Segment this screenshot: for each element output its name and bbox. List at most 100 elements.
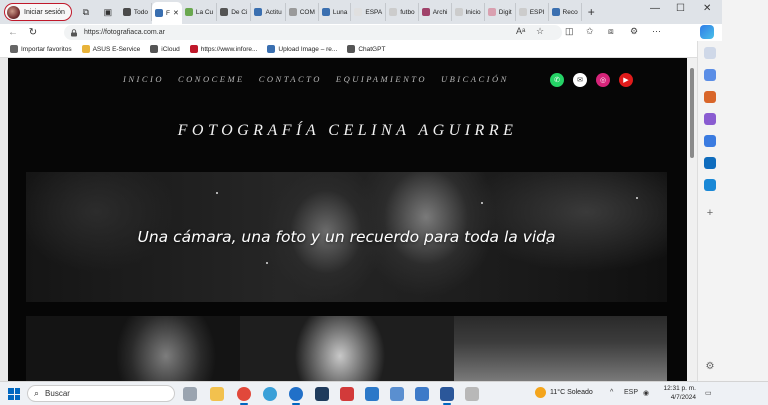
shopping-icon[interactable] (704, 69, 716, 81)
edge-sidebar: + ⚙ (697, 41, 722, 381)
favorites-icon[interactable]: ✩ (586, 26, 594, 37)
browser-tab[interactable]: De Ci (217, 3, 252, 21)
collections-icon[interactable]: ⧈ (608, 26, 614, 37)
browser-tab[interactable]: Todo (120, 3, 152, 21)
edge-icon[interactable] (263, 387, 277, 401)
hero-tagline: Una cámara, una foto y un recuerdo para … (137, 228, 556, 246)
site-nav-link[interactable]: INICIO (123, 74, 164, 84)
favorite-item[interactable]: ASUS E-Service (81, 45, 140, 53)
lock-icon (71, 28, 77, 36)
favorite-star-icon[interactable]: ☆ (536, 26, 544, 37)
email-icon[interactable]: ✉ (573, 73, 587, 87)
search-icon[interactable] (704, 47, 716, 59)
browser-tab[interactable]: Luna (319, 3, 352, 21)
reload-button[interactable]: ↻ (26, 27, 40, 38)
new-tab-button[interactable]: + (588, 5, 595, 19)
browser-tab[interactable]: Reco (549, 3, 582, 21)
tab-label: ESPA (365, 8, 383, 16)
url-input[interactable]: https://fotografiaca.com.ar (64, 25, 562, 40)
language-indicator[interactable]: ESP (624, 389, 638, 396)
close-window-button[interactable]: ✕ (703, 3, 711, 14)
browser-tab[interactable]: Archi (419, 3, 452, 21)
gallery-thumb-portrait[interactable] (240, 316, 454, 381)
browser-tab[interactable]: ESPA (351, 3, 387, 21)
profile-button[interactable]: Iniciar sesión (4, 3, 72, 21)
scrollbar-thumb[interactable] (690, 68, 694, 158)
gallery-thumb-football[interactable] (454, 316, 667, 381)
back-button[interactable]: ← (6, 27, 20, 38)
tab-label: La Cu (195, 8, 214, 16)
hero-sparkle (216, 192, 218, 194)
search-placeholder: Buscar (45, 389, 70, 398)
app-window-icon[interactable] (390, 387, 404, 401)
browser-tab[interactable]: Actitu (251, 3, 286, 21)
maximize-button[interactable]: ☐ (676, 3, 685, 14)
start-button[interactable] (8, 388, 20, 400)
tools-icon[interactable] (704, 91, 716, 103)
site-nav-link[interactable]: EQUIPAMIENTO (336, 74, 427, 84)
copilot-icon[interactable] (700, 25, 714, 39)
tab-actions-icon[interactable]: ▣ (100, 4, 116, 20)
page-scrollbar[interactable] (687, 58, 697, 381)
app-blue-icon[interactable] (365, 387, 379, 401)
browser-tab[interactable]: futbo (386, 3, 419, 21)
tab-strip: Iniciar sesión ⧉ ▣ Todo F ✕ La Cu De Ci Actit… (0, 0, 722, 24)
send-icon[interactable] (704, 179, 716, 191)
web-page: INICIO CONOCEME CONTACTO EQUIPAMIENTO UBICAC… (0, 58, 697, 381)
more-options-icon[interactable]: ⋯ (652, 26, 661, 37)
chevron-up-icon[interactable]: ^ (610, 389, 613, 396)
gallery-thumb-singer[interactable] (26, 316, 240, 381)
tab-favicon (154, 9, 163, 17)
chrome-icon[interactable] (237, 387, 251, 405)
file-explorer-icon[interactable] (210, 387, 224, 401)
browser-tab[interactable]: ESPI (516, 3, 549, 21)
tab-close-icon[interactable]: ✕ (173, 9, 179, 17)
favorite-item[interactable]: iCloud (150, 45, 180, 53)
favorite-icon (150, 45, 159, 53)
browser-tab[interactable]: F ✕ (151, 2, 182, 24)
task-view-icon[interactable] (183, 387, 197, 401)
workspaces-icon[interactable]: ⧉ (78, 4, 94, 20)
whatsapp-icon[interactable]: ✆ (550, 73, 564, 87)
favorite-item[interactable]: ChatGPT (347, 45, 385, 53)
edge-active-icon[interactable] (289, 387, 303, 405)
extensions-icon[interactable]: ⚙ (630, 26, 638, 37)
word-icon[interactable] (440, 387, 454, 405)
tab-label: COM (299, 8, 315, 16)
browser-tab[interactable]: COM (286, 3, 319, 21)
browser-tab[interactable]: La Cu (182, 3, 218, 21)
favorite-icon (10, 45, 18, 53)
youtube-icon[interactable]: ▶ (619, 73, 633, 87)
browser-tab[interactable]: Inicio (452, 3, 485, 21)
browser-tab[interactable]: Digit (485, 3, 516, 21)
network-icon[interactable]: ◉ (643, 389, 649, 397)
favorite-item[interactable]: Upload Image – re... (267, 45, 337, 53)
weather-widget[interactable]: 11°C Soleado (535, 387, 593, 398)
tab-favicon (321, 8, 330, 16)
add-icon[interactable]: + (704, 207, 716, 219)
favorite-item[interactable]: Importar favoritos (10, 45, 72, 53)
favorite-item[interactable]: https://www.infore... (189, 45, 257, 53)
search-icon: ⌕ (34, 388, 40, 398)
app-red-icon[interactable] (340, 387, 354, 401)
games-icon[interactable] (704, 113, 716, 125)
app-docs-icon[interactable] (415, 387, 429, 401)
read-aloud-icon[interactable]: Aᵃ (516, 26, 525, 36)
settings-icon[interactable]: ⚙ (704, 361, 716, 373)
split-screen-icon[interactable]: ◫ (565, 26, 574, 37)
outlook-icon[interactable] (704, 157, 716, 169)
instagram-icon[interactable]: ◎ (596, 73, 610, 87)
store-icon[interactable] (315, 387, 329, 401)
tab-favicon (254, 8, 263, 16)
notifications-icon[interactable]: ▭ (705, 389, 712, 397)
taskbar-search[interactable]: ⌕ Buscar (27, 385, 175, 402)
clock[interactable]: 12:31 p. m. 4/7/2024 (658, 385, 696, 402)
site-nav-link[interactable]: CONTACTO (259, 74, 322, 84)
favorite-label: ChatGPT (358, 45, 386, 53)
microsoft365-icon[interactable] (704, 135, 716, 147)
site-nav-link[interactable]: CONOCEME (178, 74, 245, 84)
site-nav-link[interactable]: UBICACIÓN (441, 74, 509, 84)
weather-text: 11°C Soleado (550, 389, 593, 396)
paint-icon[interactable] (465, 387, 479, 401)
minimize-button[interactable]: — (650, 3, 660, 14)
